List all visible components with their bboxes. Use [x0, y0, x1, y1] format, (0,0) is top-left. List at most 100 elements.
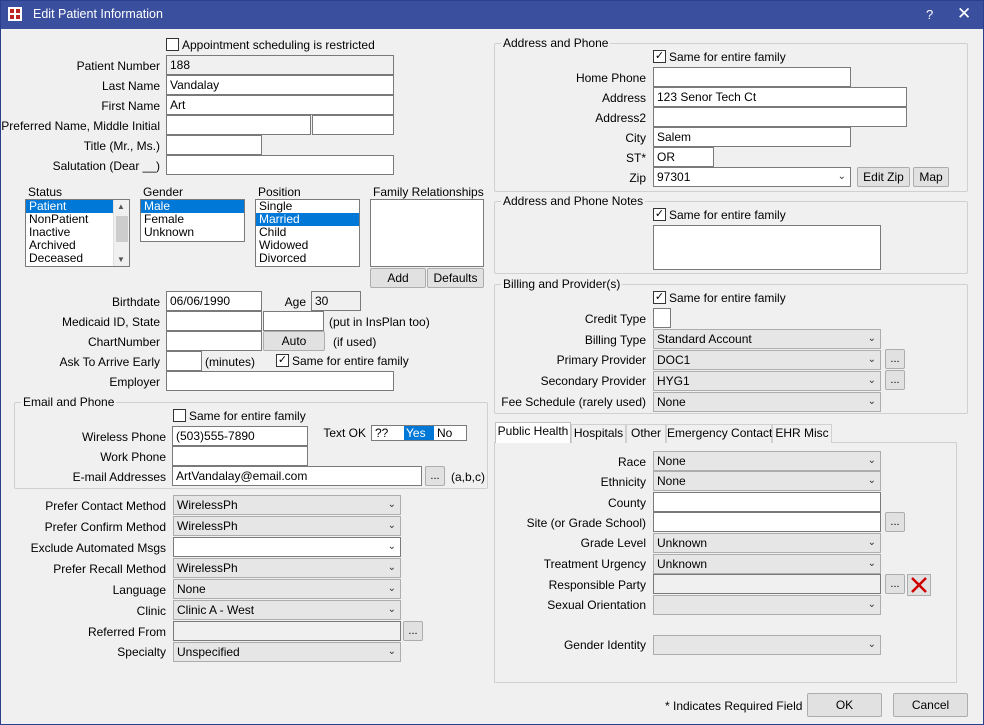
- address-same-family-checkbox[interactable]: ✓: [653, 50, 666, 63]
- tab-ehr-misc[interactable]: EHR Misc: [772, 424, 832, 443]
- ok-button[interactable]: OK: [807, 693, 882, 717]
- appt-restricted-checkbox[interactable]: [166, 38, 179, 51]
- email-field[interactable]: ArtVandalay@email.com: [172, 466, 422, 486]
- grade-level-dropdown[interactable]: Unknown ⌄: [653, 533, 881, 553]
- site-field[interactable]: [653, 512, 881, 532]
- address-notes-field[interactable]: [653, 225, 881, 270]
- chevron-down-icon: ⌄: [387, 604, 396, 615]
- ethnicity-label: Ethnicity: [600, 475, 646, 489]
- primary-provider-label: Primary Provider: [556, 353, 646, 367]
- state-field[interactable]: OR: [653, 147, 714, 167]
- scroll-down-icon[interactable]: ▼: [117, 255, 125, 264]
- status-listbox[interactable]: Patient NonPatient Inactive Archived Dec…: [25, 199, 130, 267]
- medicaid-id-field[interactable]: [166, 311, 262, 331]
- pref-label: Language: [112, 583, 166, 597]
- birthdate-label: Birthdate: [111, 295, 160, 309]
- email-ellipsis-button[interactable]: ...: [425, 466, 445, 486]
- responsible-party-ellipsis-button[interactable]: ...: [885, 574, 905, 594]
- tab-public-health[interactable]: Public Health: [495, 422, 571, 443]
- cancel-button[interactable]: Cancel: [893, 693, 968, 717]
- prefer-confirm-dropdown[interactable]: WirelessPh ⌄: [173, 516, 401, 536]
- status-scrollbar[interactable]: ▲ ▼: [113, 200, 129, 266]
- family-defaults-button[interactable]: Defaults: [427, 268, 484, 288]
- arrive-early-field[interactable]: [166, 351, 202, 371]
- clinic-dropdown[interactable]: Clinic A - West ⌄: [173, 600, 401, 620]
- help-button[interactable]: ?: [926, 7, 933, 22]
- sexual-orientation-dropdown[interactable]: ⌄: [653, 595, 881, 615]
- edit-zip-button[interactable]: Edit Zip: [857, 167, 910, 187]
- chevron-down-icon: ⌄: [867, 558, 876, 569]
- scroll-thumb[interactable]: [116, 216, 128, 242]
- last-name-field[interactable]: Vandalay: [166, 75, 394, 95]
- family-relationships-list[interactable]: [370, 199, 484, 267]
- ethnicity-dropdown[interactable]: None ⌄: [653, 471, 881, 491]
- preferred-name-field[interactable]: [166, 115, 311, 135]
- specialty-dropdown[interactable]: Unspecified ⌄: [173, 642, 401, 662]
- tab-other[interactable]: Other: [626, 424, 666, 443]
- middle-initial-field[interactable]: [312, 115, 394, 135]
- billing-type-dropdown[interactable]: Standard Account ⌄: [653, 329, 881, 349]
- exclude-automated-dropdown[interactable]: ⌄: [173, 537, 401, 557]
- site-label: Site (or Grade School): [526, 516, 646, 530]
- chevron-down-icon: ⌄: [867, 333, 876, 344]
- prefer-recall-dropdown[interactable]: WirelessPh ⌄: [173, 558, 401, 578]
- secondary-provider-dropdown[interactable]: HYG1 ⌄: [653, 371, 881, 391]
- arrive-early-same-family-checkbox[interactable]: ✓: [276, 354, 289, 367]
- position-listbox[interactable]: Single Married Child Widowed Divorced: [255, 199, 360, 267]
- position-item[interactable]: Divorced: [256, 252, 359, 265]
- fee-schedule-dropdown[interactable]: None ⌄: [653, 392, 881, 412]
- responsible-party-delete-button[interactable]: [907, 574, 931, 596]
- address2-field[interactable]: [653, 107, 907, 127]
- employer-field[interactable]: [166, 371, 394, 391]
- primary-provider-ellipsis-button[interactable]: ...: [885, 349, 905, 369]
- title-field[interactable]: [166, 135, 262, 155]
- treatment-urgency-dropdown[interactable]: Unknown ⌄: [653, 554, 881, 574]
- zip-dropdown[interactable]: 97301 ⌄: [653, 167, 851, 187]
- fee-schedule-label: Fee Schedule (rarely used): [501, 395, 646, 409]
- gender-listbox[interactable]: Male Female Unknown: [140, 199, 245, 242]
- email-same-family-checkbox[interactable]: [173, 409, 186, 422]
- salutation-field[interactable]: [166, 155, 394, 175]
- map-button[interactable]: Map: [913, 167, 949, 187]
- language-dropdown[interactable]: None ⌄: [173, 579, 401, 599]
- chevron-down-icon: ⌄: [867, 599, 876, 610]
- work-phone-field[interactable]: [172, 446, 308, 466]
- county-field[interactable]: [653, 492, 881, 512]
- race-dropdown[interactable]: None ⌄: [653, 451, 881, 471]
- text-ok-selector[interactable]: ?? Yes No: [371, 425, 467, 441]
- medicaid-state-field[interactable]: [263, 311, 324, 331]
- chart-number-field[interactable]: [166, 331, 262, 351]
- scroll-up-icon[interactable]: ▲: [117, 202, 125, 211]
- primary-provider-dropdown[interactable]: DOC1 ⌄: [653, 350, 881, 370]
- text-ok-option[interactable]: Yes: [404, 426, 434, 440]
- text-ok-option[interactable]: No: [435, 426, 454, 440]
- text-ok-option[interactable]: ??: [373, 426, 390, 440]
- address-field[interactable]: 123 Senor Tech Ct: [653, 87, 907, 107]
- tab-emergency-contact[interactable]: Emergency Contact: [666, 424, 772, 443]
- family-add-button[interactable]: Add: [370, 268, 426, 288]
- billing-same-family-checkbox[interactable]: ✓: [653, 291, 666, 304]
- birthdate-field[interactable]: 06/06/1990: [166, 291, 262, 311]
- prefer-contact-dropdown[interactable]: WirelessPh ⌄: [173, 495, 401, 515]
- gender-identity-dropdown[interactable]: ⌄: [653, 635, 881, 655]
- gender-item[interactable]: Unknown: [141, 226, 244, 239]
- specialty-label: Specialty: [117, 645, 166, 659]
- notes-same-family-checkbox[interactable]: ✓: [653, 208, 666, 221]
- sexual-orientation-label: Sexual Orientation: [547, 598, 646, 612]
- first-name-field[interactable]: Art: [166, 95, 394, 115]
- secondary-provider-ellipsis-button[interactable]: ...: [885, 370, 905, 390]
- site-ellipsis-button[interactable]: ...: [885, 512, 905, 532]
- address2-label: Address2: [595, 111, 646, 125]
- credit-type-field[interactable]: [653, 308, 671, 328]
- address-notes-title: Address and Phone Notes: [501, 194, 646, 208]
- credit-type-label: Credit Type: [584, 312, 646, 326]
- city-field[interactable]: Salem: [653, 127, 851, 147]
- close-button[interactable]: ✕: [957, 4, 971, 24]
- referred-ellipsis-button[interactable]: ...: [403, 621, 423, 641]
- notes-same-family-label: Same for entire family: [669, 208, 786, 222]
- home-phone-field[interactable]: [653, 67, 851, 87]
- tab-hospitals[interactable]: Hospitals: [571, 424, 626, 443]
- wireless-phone-field[interactable]: (503)555-7890: [172, 426, 308, 446]
- chart-auto-button[interactable]: Auto: [263, 331, 325, 351]
- required-field-note: * Indicates Required Field: [665, 699, 803, 713]
